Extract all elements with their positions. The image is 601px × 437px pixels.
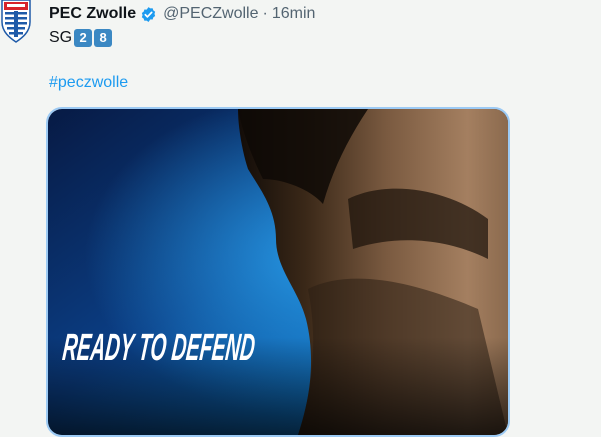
author-handle[interactable]: @PECZwolle xyxy=(163,5,258,23)
separator-dot: · xyxy=(262,5,268,22)
verified-badge-icon xyxy=(141,6,156,22)
avatar[interactable] xyxy=(0,0,38,44)
tweet-media-image[interactable]: READY TO DEFEND xyxy=(46,107,510,437)
media-photo: READY TO DEFEND xyxy=(48,109,508,435)
keycap-digit: 8 xyxy=(94,29,113,47)
pec-zwolle-crest-icon xyxy=(1,0,31,43)
timestamp[interactable]: 16min xyxy=(272,5,316,23)
tweet-header: PEC Zwolle @PECZwolle · 16min xyxy=(49,3,315,25)
media-caption: READY TO DEFEND xyxy=(61,327,257,369)
author-name[interactable]: PEC Zwolle xyxy=(49,5,136,23)
tweet-text: SG 2 8 xyxy=(49,29,113,47)
tweet-text-prefix: SG xyxy=(49,29,73,46)
keycap-digit: 2 xyxy=(74,29,93,47)
hashtag-link[interactable]: #peczwolle xyxy=(49,74,128,92)
